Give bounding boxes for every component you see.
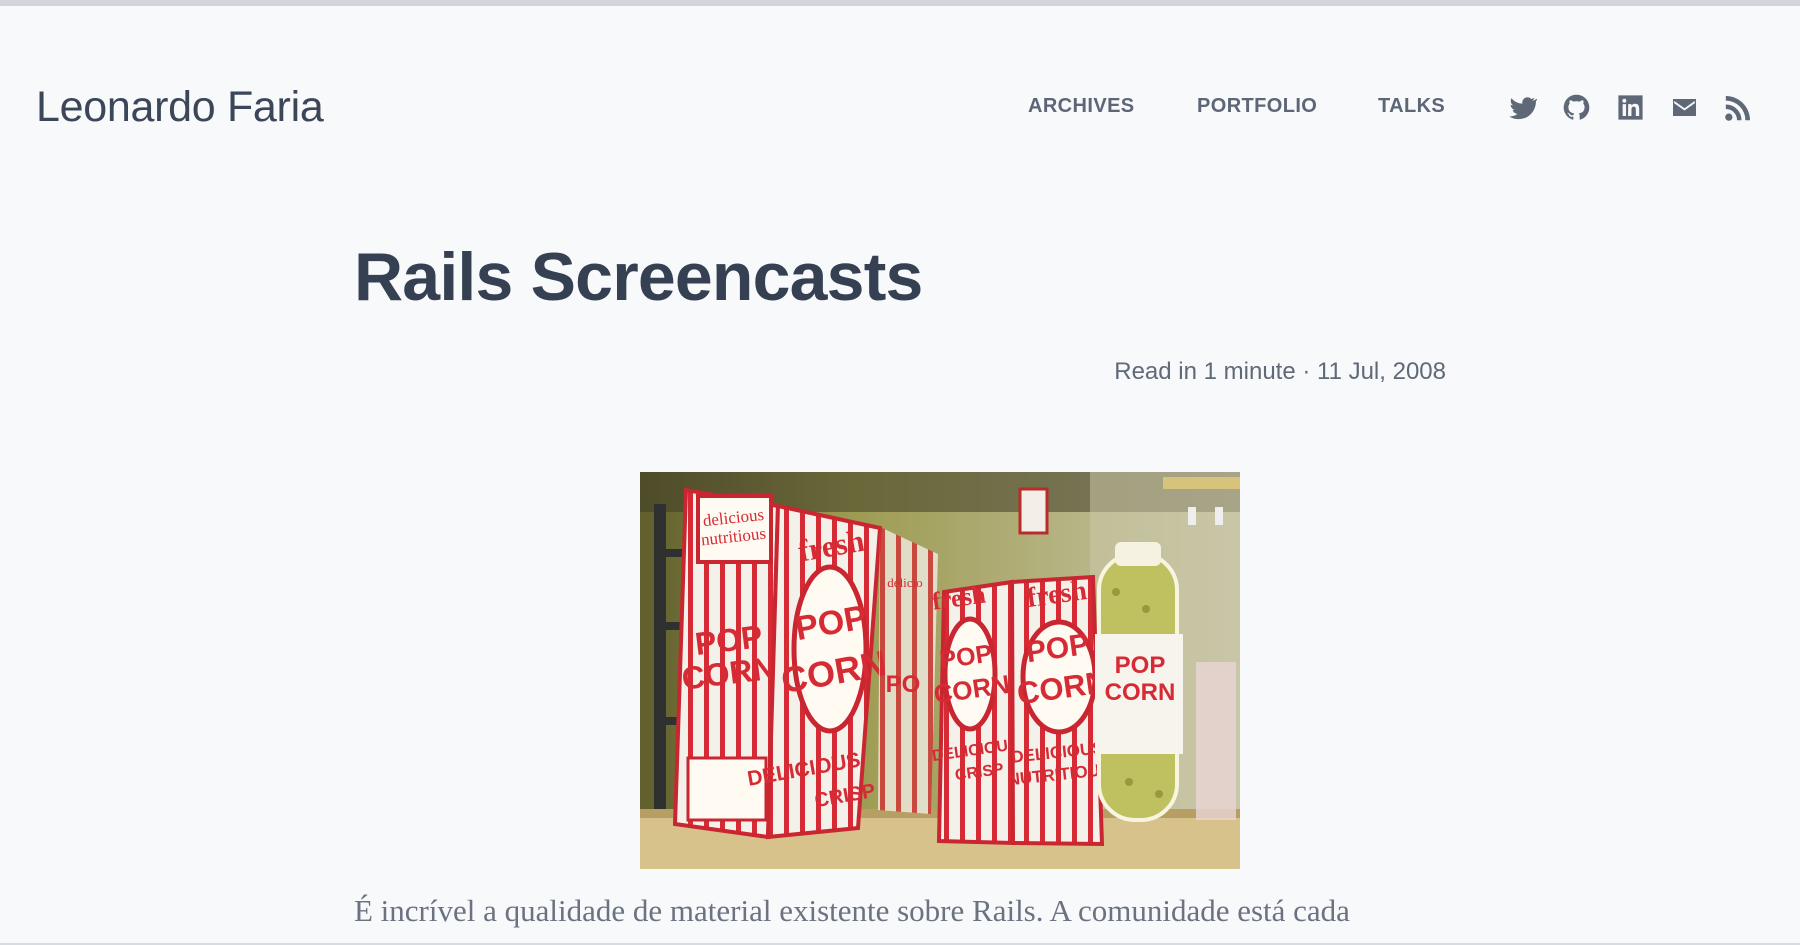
site-title-link[interactable]: Leonardo Faria bbox=[36, 82, 324, 132]
linkedin-link[interactable] bbox=[1614, 91, 1646, 123]
post-meta: Read in 1 minute · 11 Jul, 2008 bbox=[1114, 358, 1446, 385]
nav-archives-link[interactable]: ARCHIVES bbox=[1028, 94, 1135, 118]
linkedin-icon bbox=[1617, 94, 1643, 120]
rss-icon bbox=[1724, 95, 1750, 121]
svg-text:delicio: delicio bbox=[887, 575, 922, 590]
email-link[interactable] bbox=[1668, 91, 1700, 123]
post-title: Rails Screencasts bbox=[354, 239, 923, 315]
post-excerpt: É incrível a qualidade de material exist… bbox=[354, 893, 1350, 928]
github-icon bbox=[1563, 94, 1589, 120]
popcorn-image: delicious nutritious POP CORN POP CORN f… bbox=[640, 472, 1240, 869]
nav-talks-link[interactable]: TALKS bbox=[1378, 94, 1445, 118]
social-links bbox=[1506, 91, 1754, 121]
top-accent-bar bbox=[0, 0, 1800, 6]
rss-link[interactable] bbox=[1722, 91, 1754, 123]
popcorn-photo-illustration: delicious nutritious POP CORN POP CORN f… bbox=[640, 472, 1240, 869]
twitter-icon bbox=[1508, 96, 1537, 119]
right-popcorn-box: POP CORN fresh DELICIOUS CRISP bbox=[930, 579, 1020, 846]
background-popcorn-bag: delicio PO bbox=[878, 527, 938, 814]
svg-text:CORN: CORN bbox=[1105, 679, 1176, 706]
svg-text:POP: POP bbox=[1115, 652, 1166, 679]
twitter-link[interactable] bbox=[1506, 91, 1538, 123]
email-icon bbox=[1672, 98, 1696, 116]
popcorn-kernel-jar: POP CORN bbox=[1095, 542, 1183, 822]
svg-text:PO: PO bbox=[886, 671, 921, 698]
nav-portfolio-link[interactable]: PORTFOLIO bbox=[1197, 94, 1317, 118]
github-link[interactable] bbox=[1560, 91, 1592, 123]
